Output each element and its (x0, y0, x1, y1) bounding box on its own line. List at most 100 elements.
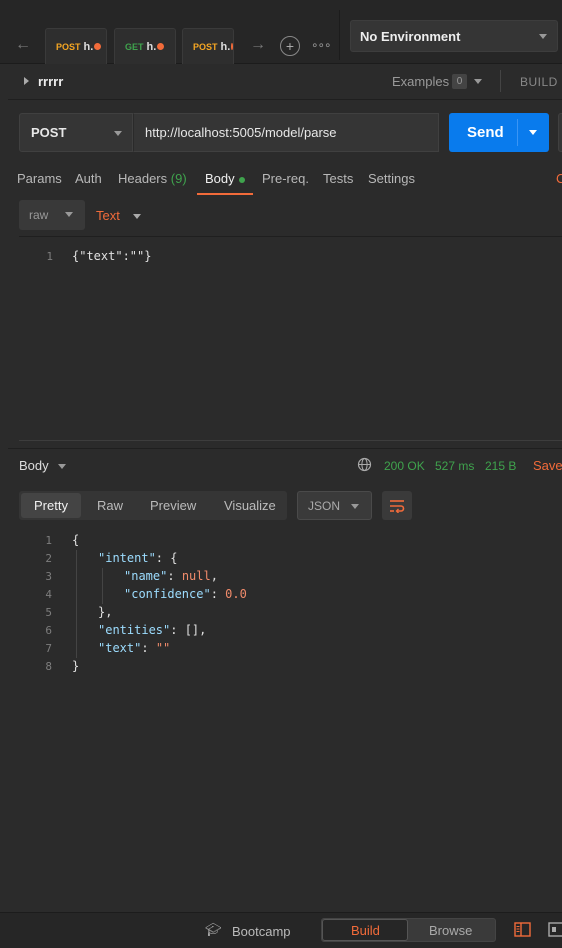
collection-row: rrrrr Examples 0 BUILD (8, 64, 562, 100)
body-label: Body (205, 171, 235, 186)
tab-body[interactable]: Body (205, 171, 245, 186)
chevron-down-icon (58, 464, 67, 470)
line-number: 8 (45, 660, 52, 673)
build-label[interactable]: BUILD (520, 75, 558, 89)
browse-mode-button[interactable]: Browse (429, 923, 472, 938)
tab-auth[interactable]: Auth (75, 171, 102, 186)
tab-name: h. (83, 40, 94, 53)
url-input[interactable]: http://localhost:5005/model/parse (133, 113, 439, 152)
headers-label: Headers (118, 171, 168, 186)
chevron-down-icon (114, 131, 122, 136)
tab-method: POST (193, 41, 218, 52)
code-line-6: "entities": [], (98, 623, 207, 637)
examples-count-badge: 0 (452, 74, 467, 89)
code-line: {"text":""} (72, 249, 152, 263)
tab-name: h. (146, 40, 157, 53)
bootcamp-link[interactable]: Bootcamp (232, 924, 291, 939)
divider (500, 70, 501, 92)
tab-params[interactable]: Params (17, 171, 62, 186)
tab-method: POST (56, 41, 81, 52)
method-label: POST (31, 125, 67, 140)
graduation-cap-icon[interactable]: 🎓︎ (205, 922, 222, 938)
response-time[interactable]: 527 ms (435, 459, 474, 473)
tab-method: GET (125, 41, 144, 52)
code-line-3: "name": null, (124, 569, 218, 583)
save-button-partial[interactable] (558, 113, 562, 152)
send-button[interactable]: Send (449, 113, 549, 152)
chevron-down-icon (65, 212, 73, 217)
method-select[interactable]: POST (19, 113, 133, 152)
examples-label[interactable]: Examples (392, 74, 449, 89)
url-value: http://localhost:5005/model/parse (145, 125, 337, 140)
indent-guide (102, 568, 103, 604)
tab-prereq[interactable]: Pre-req. (262, 171, 309, 186)
unsaved-dot-icon (94, 43, 102, 50)
code-line-2: "intent": { (98, 551, 178, 565)
response-body-viewer[interactable]: 1 2 3 4 5 6 7 8 { "intent": { "name": nu… (0, 530, 562, 680)
tab-visualize[interactable]: Visualize (224, 498, 276, 513)
pane-divider[interactable] (8, 448, 562, 449)
tab-settings[interactable]: Settings (368, 171, 415, 186)
tab-name: h. (220, 40, 231, 53)
status-code[interactable]: 200 OK (384, 459, 425, 473)
line-number: 1 (45, 534, 52, 547)
unsaved-dot-icon (157, 43, 165, 50)
tab-divider (339, 10, 340, 60)
chevron-down-icon (351, 504, 359, 509)
chevron-down-icon (133, 214, 142, 220)
tab-headers[interactable]: Headers (9) (118, 171, 187, 186)
chevron-down-icon (539, 34, 547, 39)
globe-icon[interactable] (357, 457, 372, 472)
tab-preview[interactable]: Preview (150, 498, 196, 513)
wrap-lines-button[interactable] (382, 491, 412, 520)
active-tab-indicator (197, 193, 253, 195)
unsaved-dot-icon (231, 43, 233, 50)
indent-guide (76, 550, 77, 658)
tab-tests[interactable]: Tests (323, 171, 353, 186)
build-mode-button[interactable]: Build (351, 923, 380, 938)
line-number: 7 (45, 642, 52, 655)
code-line-7: "text": "" (98, 641, 171, 655)
expand-triangle-icon[interactable] (24, 77, 29, 85)
request-tab-1[interactable]: POST h. (45, 28, 107, 64)
line-number: 6 (45, 624, 52, 637)
tab-raw[interactable]: Raw (97, 498, 123, 513)
environment-label: No Environment (360, 28, 461, 44)
format-select[interactable]: JSON (297, 491, 372, 520)
send-options-chevron-icon[interactable] (529, 130, 537, 135)
code-line-5: }, (98, 605, 113, 619)
body-type-label: Text (96, 208, 120, 223)
chevron-down-icon[interactable] (474, 79, 482, 84)
line-number: 1 (46, 250, 53, 263)
line-number: 3 (45, 570, 52, 583)
body-mode-select[interactable]: raw (19, 200, 85, 230)
body-mode-label: raw (29, 208, 49, 222)
line-number: 5 (45, 606, 52, 619)
collection-name: rrrrr (38, 74, 64, 89)
new-tab-plus-icon[interactable]: + (280, 36, 300, 56)
forward-arrow-icon[interactable]: → (250, 36, 266, 54)
wrap-lines-icon (390, 499, 405, 513)
two-pane-view-icon[interactable] (514, 922, 531, 937)
tab-pretty[interactable]: Pretty (34, 498, 68, 513)
body-type-select[interactable]: Text (96, 208, 142, 223)
response-label: Body (19, 458, 49, 473)
code-line-8: } (72, 659, 80, 673)
request-tab-2[interactable]: GET h. (114, 28, 176, 64)
divider (517, 119, 518, 146)
more-tabs-icon[interactable]: ∘∘∘ (311, 38, 332, 52)
back-arrow-icon[interactable]: ← (15, 36, 31, 54)
layout-icon-partial[interactable] (548, 922, 562, 937)
request-body-editor[interactable]: 1 {"text":""} (19, 236, 562, 441)
code-line-4: "confidence": 0.0 (124, 587, 247, 601)
environment-select[interactable]: No Environment (350, 20, 558, 52)
save-response-button[interactable]: Save (533, 458, 562, 473)
code-line-1: { (72, 533, 80, 547)
request-tab-3[interactable]: POST h. (182, 28, 234, 64)
tab-cookies-partial[interactable]: C (556, 171, 562, 186)
response-size[interactable]: 215 B (485, 459, 516, 473)
send-label: Send (467, 124, 504, 141)
format-label: JSON (308, 498, 341, 513)
headers-count: (9) (170, 171, 187, 186)
response-body-select[interactable]: Body (19, 458, 67, 473)
